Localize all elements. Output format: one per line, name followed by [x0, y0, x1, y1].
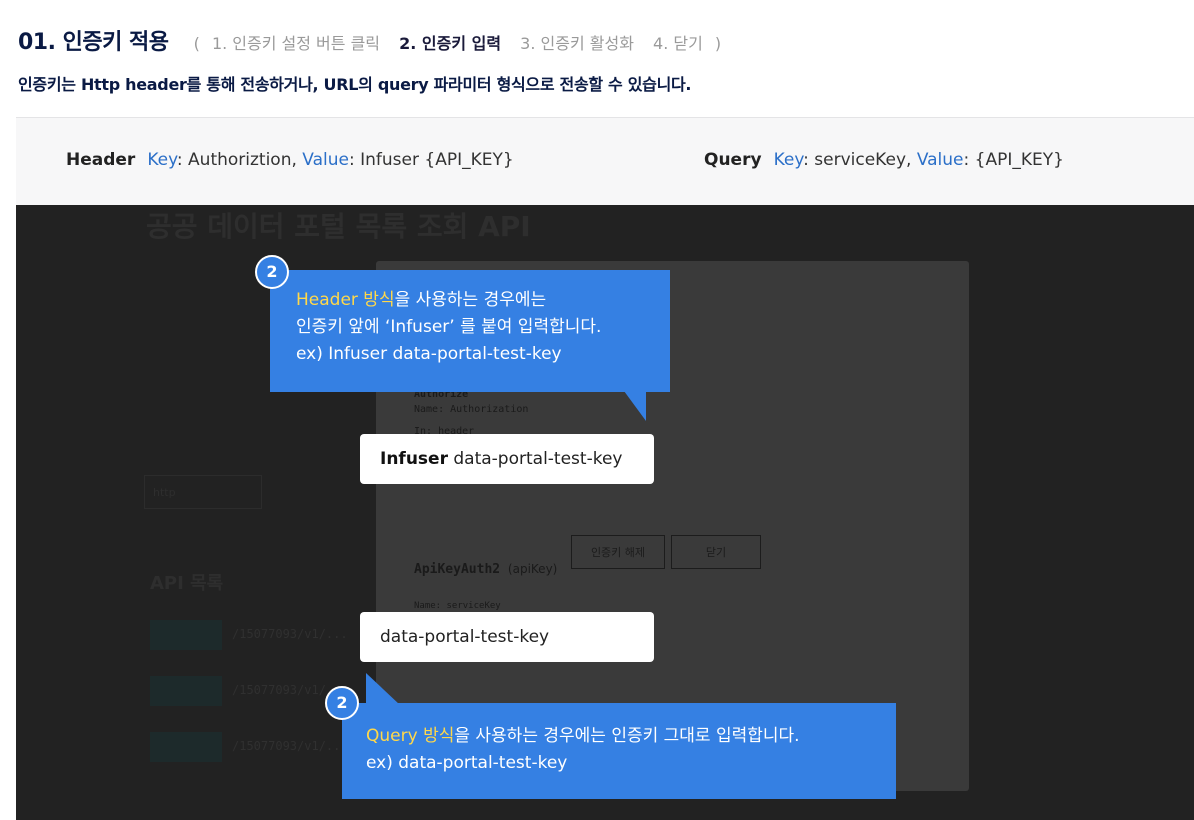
step-2-badge: 2: [255, 255, 289, 289]
header-callout-line1-rest: 을 사용하는 경우에는: [394, 290, 547, 310]
step-2-active: 2. 인증키 입력: [399, 34, 502, 53]
infuser-prefix: Infuser: [380, 449, 448, 469]
header-label: Header: [66, 150, 136, 170]
auth2-name: Name: serviceKey: [414, 601, 501, 611]
header-callout-line2: 인증키 앞에 ‘Infuser’ 를 붙여 입력합니다.: [296, 317, 602, 337]
steps-paren-close: ): [714, 34, 722, 53]
query-callout-line1-rest: 을 사용하는 경우에는 인증키 그대로 입력합니다.: [454, 726, 800, 746]
method-tag: [150, 732, 222, 762]
close-button[interactable]: 닫기: [671, 535, 761, 569]
step-1: 1. 인증키 설정 버튼 클릭: [211, 34, 381, 53]
header-key-label: Key: [147, 150, 177, 170]
method-tag: [150, 676, 222, 706]
steps-paren-open: (: [193, 34, 200, 53]
step-list: ( 1. 인증키 설정 버튼 클릭 2. 인증키 입력 3. 인증키 활성화 4…: [194, 30, 722, 54]
auth1-name: Name: Authorization: [414, 404, 529, 415]
header-callout-line1: Header 방식을 사용하는 경우에는: [296, 287, 670, 314]
header-callout-tail: [624, 391, 646, 421]
query-callout-tail: [366, 673, 400, 705]
api-path: /15077093/v1/...: [232, 627, 348, 641]
api-row[interactable]: /15077093/v1/...: [150, 620, 380, 650]
auth2-type: (apiKey): [507, 562, 558, 576]
step-3: 3. 인증키 활성화: [520, 34, 634, 53]
query-value-value: : {API_KEY}: [963, 150, 1064, 170]
query-callout-line2: ex) data-portal-test-key: [366, 753, 568, 773]
query-method-callout: Query 방식을 사용하는 경우에는 인증키 그대로 입력합니다. ex) d…: [342, 703, 896, 799]
query-callout-line1: Query 방식을 사용하는 경우에는 인증키 그대로 입력합니다.: [366, 723, 896, 750]
query-label: Query: [704, 150, 762, 170]
section-description: 인증키는 Http header를 통해 전송하거나, URL의 query 파…: [18, 75, 692, 94]
section-title: 01. 인증키 적용: [18, 30, 169, 55]
query-method-highlight: Query 방식: [366, 726, 455, 746]
header-value-label: Value: [302, 150, 349, 170]
header-callout-line3: ex) Infuser data-portal-test-key: [296, 344, 562, 364]
query-key-value: : serviceKey,: [803, 150, 912, 170]
header-key-value-text: data-portal-test-key: [447, 449, 623, 469]
header-key-value: : Authoriztion,: [176, 150, 297, 170]
auth-info-box: Header Key: Authoriztion, Value: Infuser …: [16, 117, 1194, 205]
query-key-value-text: data-portal-test-key: [380, 627, 550, 647]
logout-button[interactable]: 인증키 해제: [571, 535, 665, 569]
header-key-input[interactable]: Infuser data-portal-test-key: [360, 434, 654, 484]
query-value-label: Value: [916, 150, 964, 170]
auth2-header: ApiKeyAuth2 (apiKey): [414, 562, 557, 577]
step-2-badge: 2: [325, 686, 359, 720]
server-select[interactable]: http: [144, 475, 262, 509]
header-method-callout: Header 방식을 사용하는 경우에는 인증키 앞에 ‘Infuser’ 를 …: [270, 270, 670, 392]
api-list-title: API 목록: [150, 573, 224, 594]
query-key-input[interactable]: data-portal-test-key: [360, 612, 654, 662]
header-info: Header Key: Authoriztion, Value: Infuser …: [66, 150, 514, 170]
api-path: /15077093/v1/...: [232, 739, 348, 753]
method-tag: [150, 620, 222, 650]
header-method-highlight: Header 방식: [296, 290, 395, 310]
header-value-value: : Infuser {API_KEY}: [348, 150, 514, 170]
auth2-title: ApiKeyAuth2: [414, 562, 501, 577]
step-4: 4. 닫기: [653, 34, 703, 53]
query-info: Query Key: serviceKey, Value: {API_KEY}: [704, 150, 1064, 170]
background-page-title: 공공 데이터 포털 목록 조회 API: [146, 210, 531, 243]
step-heading: 01. 인증키 적용 ( 1. 인증키 설정 버튼 클릭 2. 인증키 입력 3…: [18, 24, 721, 56]
query-key-label: Key: [773, 150, 804, 170]
